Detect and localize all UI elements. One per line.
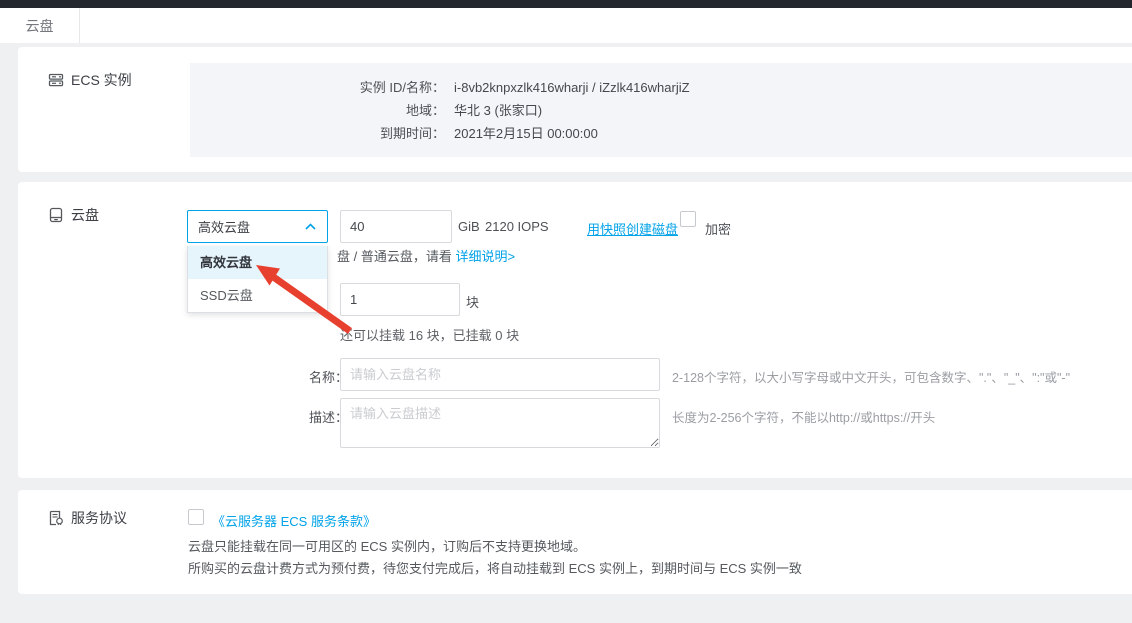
tab-cloud-disk[interactable]: 云盘	[0, 8, 80, 43]
description-label: 描述：	[288, 407, 348, 426]
create-from-snapshot-link[interactable]: 用快照创建磁盘	[587, 219, 678, 238]
service-agreement-card: 服务协议 《云服务器 ECS 服务条款》 云盘只能挂载在同一可用区的 ECS 实…	[18, 490, 1132, 594]
disk-card-title: 云盘	[48, 205, 99, 225]
encrypt-label: 加密	[705, 219, 731, 238]
top-dark-bar	[0, 0, 1132, 8]
tab-bar: 云盘	[0, 8, 1132, 43]
terms-checkbox[interactable]	[188, 509, 204, 525]
disk-name-input[interactable]	[340, 358, 660, 391]
chevron-up-icon	[305, 223, 316, 230]
cloud-disk-card: 云盘 盘 / 普通云盘，请看 详细说明> 高效云盘 高效云盘 SSD云盘 GiB…	[18, 182, 1132, 478]
expiry-value: 2021年2月15日 00:00:00	[454, 122, 598, 145]
region-label: 地域：	[190, 99, 445, 122]
ecs-instance-card: ECS 实例 实例 ID/名称： i-8vb2knpxzlk416wharji …	[18, 47, 1132, 172]
ecs-terms-link[interactable]: 《云服务器 ECS 服务条款》	[212, 511, 376, 530]
name-label: 名称：	[288, 367, 348, 386]
page: 云盘 ECS 实例 实例 ID/名称： i-8vb2knpxzlk416whar…	[0, 0, 1132, 623]
disk-type-hint: 盘 / 普通云盘，请看 详细说明>	[337, 246, 515, 265]
name-rule-hint: 2-128个字符，以大小写字母或中文开头，可包含数字、"."、"_"、":"或"…	[672, 367, 1070, 386]
ecs-card-title-label: ECS 实例	[71, 70, 132, 90]
instance-id-label: 实例 ID/名称：	[190, 76, 445, 99]
disk-type-select[interactable]: 高效云盘	[187, 210, 328, 243]
info-row-expiry: 到期时间： 2021年2月15日 00:00:00	[190, 122, 1132, 145]
disk-description-textarea[interactable]	[340, 398, 660, 448]
agreement-card-title: 服务协议	[48, 508, 127, 528]
info-row-region: 地域： 华北 3 (张家口)	[190, 99, 1132, 122]
disk-type-hint-text: 盘 / 普通云盘，请看	[337, 249, 452, 264]
quantity-input[interactable]	[340, 283, 460, 316]
agreement-card-title-label: 服务协议	[71, 508, 127, 528]
quantity-unit-label: 块	[466, 292, 479, 311]
capacity-input[interactable]	[340, 210, 452, 243]
info-row-instance-id: 实例 ID/名称： i-8vb2knpxzlk416wharji / iZzlk…	[190, 76, 1132, 99]
tab-cloud-disk-label: 云盘	[26, 16, 54, 36]
capacity-unit-label: GiB	[458, 219, 480, 234]
encrypt-checkbox[interactable]	[680, 211, 696, 227]
disk-icon	[48, 207, 64, 223]
iops-label: 2120 IOPS	[485, 219, 549, 234]
agreement-note-1: 云盘只能挂载在同一可用区的 ECS 实例内，订购后不支持更换地域。	[188, 536, 586, 555]
disk-type-dropdown-menu: 高效云盘 SSD云盘	[187, 246, 328, 313]
region-value: 华北 3 (张家口)	[454, 99, 542, 122]
instance-id-value: i-8vb2knpxzlk416wharji / iZzlk416wharjiZ	[454, 76, 690, 99]
agreement-document-icon	[48, 510, 64, 526]
ecs-card-title: ECS 实例	[48, 70, 132, 90]
dropdown-option-efficiency-disk[interactable]: 高效云盘	[188, 246, 327, 279]
description-rule-hint: 长度为2-256个字符，不能以http://或https://开头	[672, 407, 935, 426]
server-icon	[48, 72, 64, 88]
disk-card-title-label: 云盘	[71, 205, 99, 225]
mount-capacity-hint: 还可以挂载 16 块，已挂载 0 块	[340, 325, 519, 344]
disk-type-selected-label: 高效云盘	[198, 217, 250, 236]
instance-info-box: 实例 ID/名称： i-8vb2knpxzlk416wharji / iZzlk…	[190, 63, 1132, 157]
expiry-label: 到期时间：	[190, 122, 445, 145]
agreement-note-2: 所购买的云盘计费方式为预付费，待您支付完成后，将自动挂载到 ECS 实例上，到期…	[188, 558, 802, 577]
disk-type-detail-link[interactable]: 详细说明>	[455, 249, 515, 264]
dropdown-option-ssd-disk[interactable]: SSD云盘	[188, 279, 327, 312]
